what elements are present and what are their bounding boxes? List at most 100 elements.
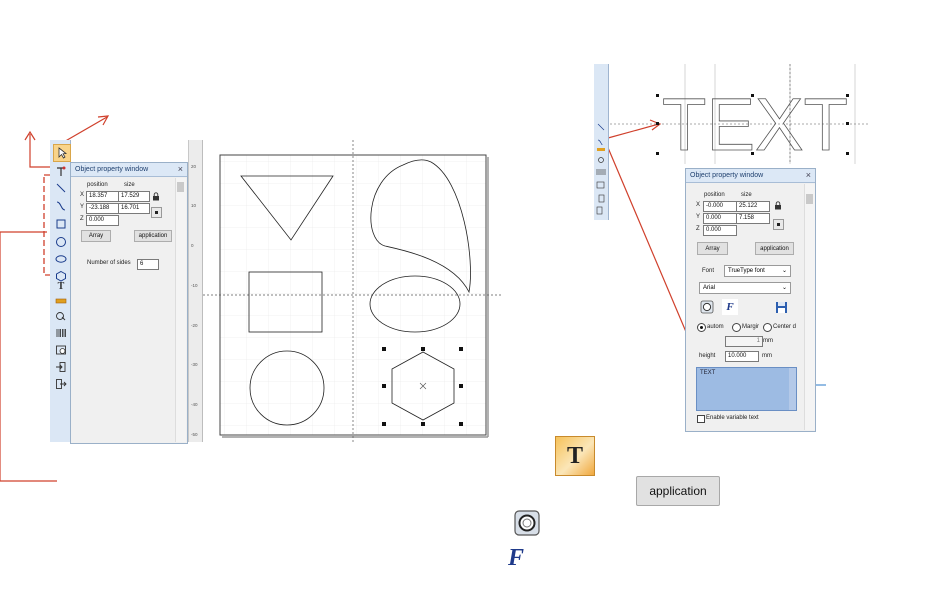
circle-tool-icon[interactable]	[53, 234, 69, 250]
drawing-canvas[interactable]: 20 10 0 -10 -20 -30 -40 -50	[188, 140, 503, 442]
drawing-toolbar: T	[50, 140, 71, 442]
position-z-input[interactable]: 0.000	[703, 225, 737, 236]
y-axis-label: Y	[696, 214, 701, 220]
size-label: size	[741, 192, 752, 198]
font-type-select[interactable]: TrueType font ⌄	[724, 265, 791, 277]
size-label: size	[124, 182, 135, 188]
node-edit-tool-icon[interactable]	[53, 163, 69, 179]
output-port-icon[interactable]	[53, 376, 69, 392]
spacing-unit: mm	[763, 338, 773, 344]
radio-margin-label: Margir	[742, 324, 760, 330]
vertical-ruler: 20 10 0 -10 -20 -30 -40 -50	[189, 140, 203, 442]
text-scrollbar[interactable]	[789, 368, 796, 410]
rectangle-tool-icon[interactable]	[53, 216, 69, 232]
radio-center[interactable]	[763, 323, 772, 332]
ruler-label: -40	[191, 402, 198, 407]
text-canvas[interactable]: TEXT	[610, 64, 870, 164]
z-axis-label: Z	[80, 216, 84, 222]
size-height-input[interactable]: 7.158	[736, 213, 770, 224]
ruler-label: -30	[191, 362, 198, 367]
application-button[interactable]: application	[134, 230, 172, 242]
position-y-input[interactable]: 0.000	[703, 213, 737, 224]
barcode-lines-icon[interactable]	[53, 325, 69, 341]
position-label: position	[704, 192, 725, 198]
outline-font-legend-icon	[512, 508, 542, 538]
object-property-panel-left: Object property window × position size X…	[70, 162, 188, 444]
panel-title-text: Object property window	[690, 172, 764, 179]
y-axis-label: Y	[80, 204, 85, 210]
position-x-input[interactable]: 18.357	[86, 191, 119, 202]
x-axis-label: X	[696, 202, 701, 208]
input-port-icon[interactable]	[53, 359, 69, 375]
scroll-thumb[interactable]	[177, 182, 184, 192]
close-icon[interactable]: ×	[178, 164, 183, 174]
chevron-down-icon: ⌄	[781, 285, 787, 291]
z-axis-label: Z	[696, 226, 700, 232]
sides-input[interactable]: 6	[137, 259, 159, 270]
ruler-label: -50	[191, 432, 198, 437]
panel-scrollbar[interactable]	[804, 184, 815, 430]
line-tool-icon[interactable]	[53, 180, 69, 196]
text-tool-icon[interactable]: T	[53, 278, 69, 294]
text-tool-legend-icon: T	[555, 436, 595, 476]
application-button[interactable]: application	[755, 242, 794, 255]
lock-icon[interactable]	[151, 192, 160, 201]
panel-scrollbar[interactable]	[175, 178, 186, 442]
panel-title-text: Object property window	[75, 166, 149, 173]
ruler-label: -10	[191, 283, 198, 288]
ruler-label: 10	[191, 203, 197, 208]
size-height-input[interactable]: 16.701	[118, 203, 150, 214]
array-button[interactable]: Array	[81, 230, 111, 242]
font-type-value: TrueType font	[728, 268, 765, 274]
close-icon[interactable]: ×	[806, 170, 811, 180]
anchor-point-button[interactable]	[773, 219, 784, 230]
variable-text-checkbox[interactable]	[697, 415, 705, 423]
x-axis-label: X	[80, 192, 85, 198]
sides-label: Number of sides	[87, 260, 131, 266]
timer-tool-icon[interactable]	[53, 342, 69, 358]
chevron-down-icon: ⌄	[781, 268, 787, 274]
ruler-label: 0	[191, 243, 194, 248]
save-icon[interactable]	[773, 299, 789, 315]
font-label: Font	[702, 268, 715, 274]
ellipse-tool-icon[interactable]	[53, 251, 69, 267]
anchor-point-button[interactable]	[151, 207, 162, 218]
font-style-icon[interactable]: F	[722, 299, 738, 315]
ruler-label: -20	[191, 323, 198, 328]
position-x-input[interactable]: -0.000	[703, 201, 737, 212]
canvas-drawing[interactable]	[203, 140, 503, 442]
barcode-tool-icon[interactable]	[53, 293, 69, 309]
text-content-input[interactable]: TEXT	[696, 367, 797, 411]
radio-center-label: Center d	[773, 324, 797, 330]
image-tool-icon[interactable]	[53, 308, 69, 324]
curve-tool-icon[interactable]	[53, 198, 69, 214]
position-y-input[interactable]: -23.188	[86, 203, 119, 214]
text-content-value: TEXT	[700, 370, 716, 376]
variable-text-label: Enable variable text	[706, 415, 759, 421]
scroll-thumb[interactable]	[806, 194, 813, 204]
select-tool-icon[interactable]	[53, 144, 71, 162]
ruler-label: 20	[191, 164, 197, 169]
radio-auto-label: autom	[707, 324, 724, 330]
size-width-input[interactable]: 17.529	[118, 191, 150, 202]
position-z-input[interactable]: 0.000	[86, 215, 119, 226]
radio-auto[interactable]	[697, 323, 706, 332]
application-legend-button: application	[636, 476, 720, 506]
panel-title: Object property window ×	[686, 169, 815, 183]
lock-icon[interactable]	[773, 201, 782, 210]
position-label: position	[87, 182, 108, 188]
font-name-select[interactable]: Arial ⌄	[699, 282, 791, 294]
outline-font-icon[interactable]	[699, 299, 715, 315]
size-width-input[interactable]: 25.122	[736, 201, 770, 212]
toolbar-right-extra	[594, 145, 608, 220]
spacing-input[interactable]: 1	[725, 336, 763, 347]
array-button[interactable]: Array	[697, 242, 728, 255]
object-property-panel-right: Object property window × position size X…	[685, 168, 816, 432]
height-unit: mm	[762, 353, 772, 359]
text-object[interactable]: TEXT	[662, 83, 849, 164]
font-style-legend-icon: F	[500, 543, 532, 573]
height-input[interactable]: 10.000	[725, 351, 759, 362]
font-name-value: Arial	[703, 285, 716, 291]
radio-margin[interactable]	[732, 323, 741, 332]
panel-title: Object property window ×	[71, 163, 187, 177]
